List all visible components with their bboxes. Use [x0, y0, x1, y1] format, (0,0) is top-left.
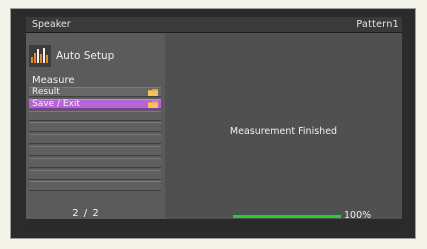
menu-item-label: Result — [32, 87, 60, 97]
menu-item-empty — [29, 122, 161, 133]
menu-item-empty — [29, 169, 161, 180]
pattern-label: Pattern1 — [356, 19, 399, 30]
title-bar: Speaker Pattern1 — [26, 17, 402, 33]
menu-item-empty — [29, 134, 161, 145]
auto-setup-label: Auto Setup — [56, 50, 115, 62]
menu-item-label: Save / Exit — [32, 98, 80, 109]
folder-icon — [148, 100, 158, 108]
progress-bar — [233, 215, 341, 218]
menu-panel: Auto Setup Measure Result Save / Exit 2 … — [26, 33, 165, 219]
content-panel: Measurement Finished 100% — [165, 33, 402, 221]
progress-bar-fill — [233, 215, 341, 218]
menu-item-empty — [29, 110, 161, 121]
page-indicator: 2 / 2 — [72, 208, 100, 219]
measure-menu-list: Result Save / Exit — [29, 87, 161, 193]
status-message: Measurement Finished — [229, 126, 338, 137]
speaker-setup-icon — [29, 45, 51, 67]
screen-title: Speaker — [32, 19, 71, 30]
menu-item-empty — [29, 157, 161, 168]
setup-screen: Speaker Pattern1 Auto Setup Measure Resu… — [26, 17, 402, 228]
menu-item-empty — [29, 145, 161, 156]
menu-item-save-exit[interactable]: Save / Exit — [29, 98, 161, 109]
menu-item-result[interactable]: Result — [29, 87, 161, 97]
measure-section-label: Measure — [32, 75, 75, 86]
bottom-bar — [26, 219, 402, 228]
menu-item-empty — [29, 181, 161, 192]
folder-icon — [148, 89, 158, 96]
